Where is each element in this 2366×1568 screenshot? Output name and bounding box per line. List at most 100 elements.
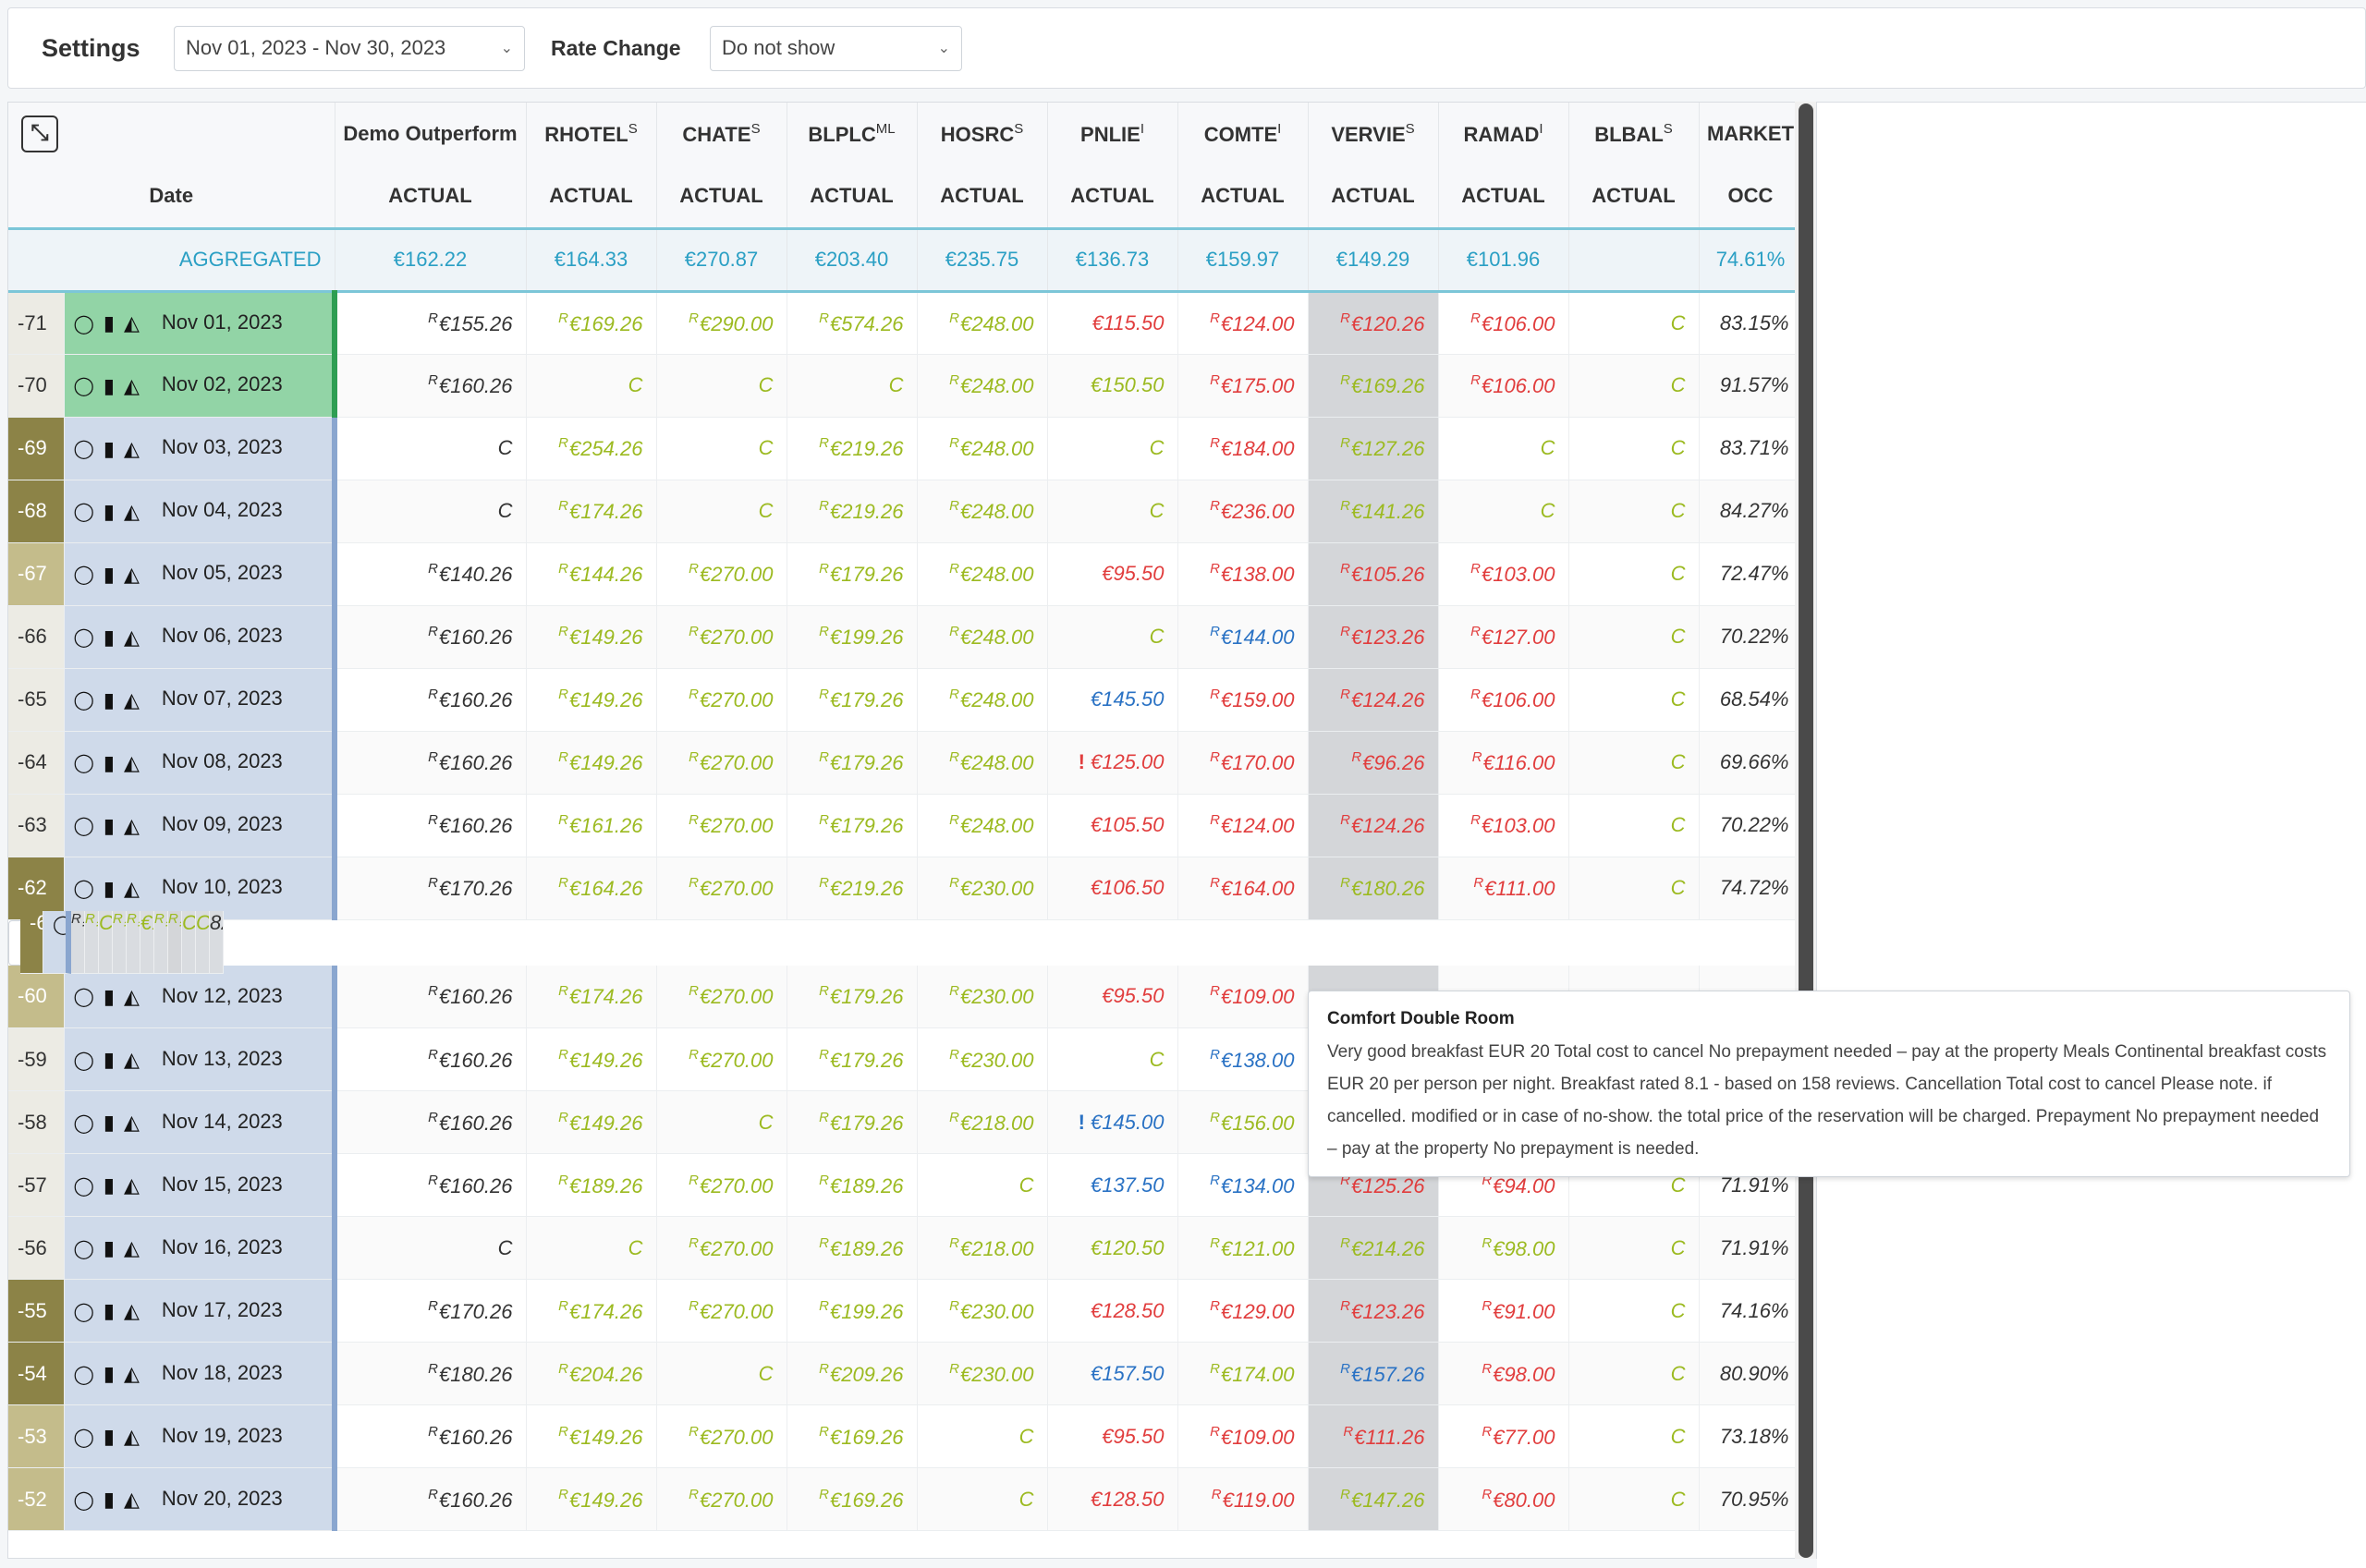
rate-cell[interactable]: R€160.26: [335, 1404, 527, 1468]
comment-icon[interactable]: ◯: [74, 1426, 94, 1449]
rate-cell[interactable]: €128.50: [1047, 1467, 1178, 1531]
rate-cell[interactable]: R€248.00: [917, 354, 1048, 418]
date-cell[interactable]: ◯ ▮ ◭ Nov 10, 2023: [64, 857, 337, 920]
column-header[interactable]: RAMADI: [1438, 103, 1569, 165]
rate-cell[interactable]: R€157.26: [1308, 1342, 1439, 1405]
chart-icon[interactable]: ◭: [124, 877, 140, 901]
chart-icon[interactable]: ◭: [124, 500, 140, 524]
rate-cell[interactable]: R€144.00: [1177, 605, 1309, 669]
rate-cell[interactable]: R€144.26: [526, 542, 657, 606]
rate-cell[interactable]: R€170.26: [335, 1279, 527, 1343]
chart-icon[interactable]: ◭: [124, 1488, 140, 1512]
bookmark-icon[interactable]: ▮: [104, 1173, 115, 1197]
rate-cell[interactable]: R€127.26: [1308, 417, 1439, 480]
chart-icon[interactable]: ◭: [124, 751, 140, 775]
rate-cell[interactable]: R€169.26: [526, 291, 657, 355]
rate-cell[interactable]: C: [526, 354, 657, 418]
rate-cell[interactable]: R€105.26: [1308, 542, 1439, 606]
rate-cell[interactable]: R€230.00: [917, 857, 1048, 920]
rate-cell[interactable]: R€204.26: [526, 1342, 657, 1405]
rate-cell[interactable]: R€218.00: [917, 1216, 1048, 1280]
rate-cell[interactable]: R€179.26: [787, 1027, 918, 1091]
date-cell[interactable]: ◯ ▮ ◭ Nov 03, 2023: [64, 417, 337, 480]
rate-cell[interactable]: R€179.26: [787, 965, 918, 1028]
rate-cell[interactable]: R€179.26: [787, 731, 918, 795]
table-row[interactable]: -71 ◯ ▮ ◭ Nov 01, 2023 R€155.26 R€169.26 R€290.…: [8, 291, 1800, 355]
comment-icon[interactable]: ◯: [74, 1237, 94, 1260]
rate-cell[interactable]: ! €125.00: [1047, 731, 1178, 795]
rate-cell[interactable]: R€149.26: [526, 1404, 657, 1468]
rate-cell[interactable]: R€123.26: [1308, 605, 1439, 669]
rate-cell[interactable]: R€189.26: [787, 1216, 918, 1280]
rate-cell[interactable]: R€248.00: [917, 291, 1048, 355]
comment-icon[interactable]: ◯: [74, 1363, 94, 1386]
date-cell[interactable]: ◯ ▮ ◭ Nov 17, 2023: [64, 1279, 337, 1343]
comment-icon[interactable]: ◯: [74, 563, 94, 586]
rate-cell[interactable]: R€77.00: [1438, 1404, 1569, 1468]
rate-cell[interactable]: C: [656, 480, 787, 543]
rate-cell[interactable]: €95.50: [1047, 542, 1178, 606]
rate-cell[interactable]: R€111.26: [1308, 1404, 1439, 1468]
bookmark-icon[interactable]: ▮: [104, 814, 115, 838]
rate-cell[interactable]: C: [1568, 354, 1700, 418]
rate-cell[interactable]: R€149.26: [526, 605, 657, 669]
rate-cell[interactable]: C: [1568, 480, 1700, 543]
bookmark-icon[interactable]: ▮: [104, 1111, 115, 1135]
rate-cell[interactable]: R€219.26: [787, 857, 918, 920]
rate-cell[interactable]: C: [99, 911, 113, 974]
rate-cell[interactable]: R€189.26: [526, 1153, 657, 1217]
chart-icon[interactable]: ◭: [124, 1362, 140, 1386]
column-header[interactable]: BLPLCML: [787, 103, 918, 165]
rate-cell[interactable]: R€169.26: [787, 1467, 918, 1531]
chart-icon[interactable]: ◭: [124, 563, 140, 587]
rate-cell[interactable]: R€248.00: [917, 480, 1048, 543]
rate-cell[interactable]: R€149.26: [526, 1090, 657, 1154]
date-cell[interactable]: ◯ ▮ ◭ Nov 02, 2023: [64, 354, 337, 418]
rate-cell[interactable]: R€270.00: [656, 857, 787, 920]
date-range-select[interactable]: Nov 01, 2023 - Nov 30, 2023 ⌄: [174, 25, 525, 71]
comment-icon[interactable]: ◯: [74, 1112, 94, 1135]
column-header[interactable]: VERVIES: [1308, 103, 1439, 165]
rate-cell[interactable]: R€214.26: [1308, 1216, 1439, 1280]
rate-cell[interactable]: R€134.00: [1177, 1153, 1309, 1217]
rate-cell[interactable]: R€98.00: [1438, 1342, 1569, 1405]
rate-cell[interactable]: R€165.26: [168, 911, 182, 974]
date-cell[interactable]: ◯ ▮ ◭ Nov 16, 2023: [64, 1216, 337, 1280]
column-header[interactable]: RHOTELS: [526, 103, 657, 165]
rate-cell[interactable]: R€174.26: [526, 480, 657, 543]
date-header[interactable]: Date: [8, 165, 335, 228]
rate-cell[interactable]: C: [526, 1216, 657, 1280]
bookmark-icon[interactable]: ▮: [104, 877, 115, 901]
rate-cell[interactable]: C: [1568, 731, 1700, 795]
comment-icon[interactable]: ◯: [74, 1489, 94, 1512]
chart-icon[interactable]: ◭: [124, 311, 140, 335]
rate-cell[interactable]: C: [1568, 1342, 1700, 1405]
rate-cell[interactable]: R€179.26: [787, 794, 918, 857]
rate-cell[interactable]: R€160.26: [335, 668, 527, 732]
chart-icon[interactable]: ◭: [124, 1111, 140, 1135]
comment-icon[interactable]: ◯: [74, 751, 94, 774]
chart-icon[interactable]: ◭: [124, 1236, 140, 1260]
bookmark-icon[interactable]: ▮: [104, 1425, 115, 1449]
rate-cell[interactable]: C: [1568, 605, 1700, 669]
rate-cell[interactable]: R€230.00: [917, 1027, 1048, 1091]
rate-cell[interactable]: R€270.00: [656, 1153, 787, 1217]
date-cell[interactable]: ◯ ▮ ◭ Nov 20, 2023: [64, 1467, 337, 1531]
rate-cell[interactable]: C: [1568, 1216, 1700, 1280]
table-row[interactable]: -55 ◯ ▮ ◭ Nov 17, 2023 R€170.26 R€174.26 R€270.…: [8, 1279, 1800, 1343]
rate-cell[interactable]: R€140.26: [335, 542, 527, 606]
table-row[interactable]: -64 ◯ ▮ ◭ Nov 08, 2023 R€160.26 R€149.26 R€270.…: [8, 731, 1800, 795]
rate-cell[interactable]: R€180.26: [335, 1342, 527, 1405]
rate-cell[interactable]: C: [196, 911, 210, 974]
rate-cell[interactable]: R€138.00: [1177, 542, 1309, 606]
rate-cell[interactable]: R€270.00: [656, 1467, 787, 1531]
table-row[interactable]: -68 ◯ ▮ ◭ Nov 04, 2023 C R€174.26 C R€219.26 R€24…: [8, 480, 1800, 543]
rate-cell[interactable]: R€91.00: [1438, 1279, 1569, 1343]
bookmark-icon[interactable]: ▮: [104, 563, 115, 587]
rate-cell[interactable]: R€236.00: [1177, 480, 1309, 543]
rate-cell[interactable]: R€106.00: [1438, 354, 1569, 418]
rate-cell[interactable]: R€106.00: [1438, 291, 1569, 355]
date-cell[interactable]: ◯ ▮ ◭ Nov 13, 2023: [64, 1027, 337, 1091]
rate-cell[interactable]: R€106.00: [1438, 668, 1569, 732]
rate-cell[interactable]: R€149.26: [526, 668, 657, 732]
